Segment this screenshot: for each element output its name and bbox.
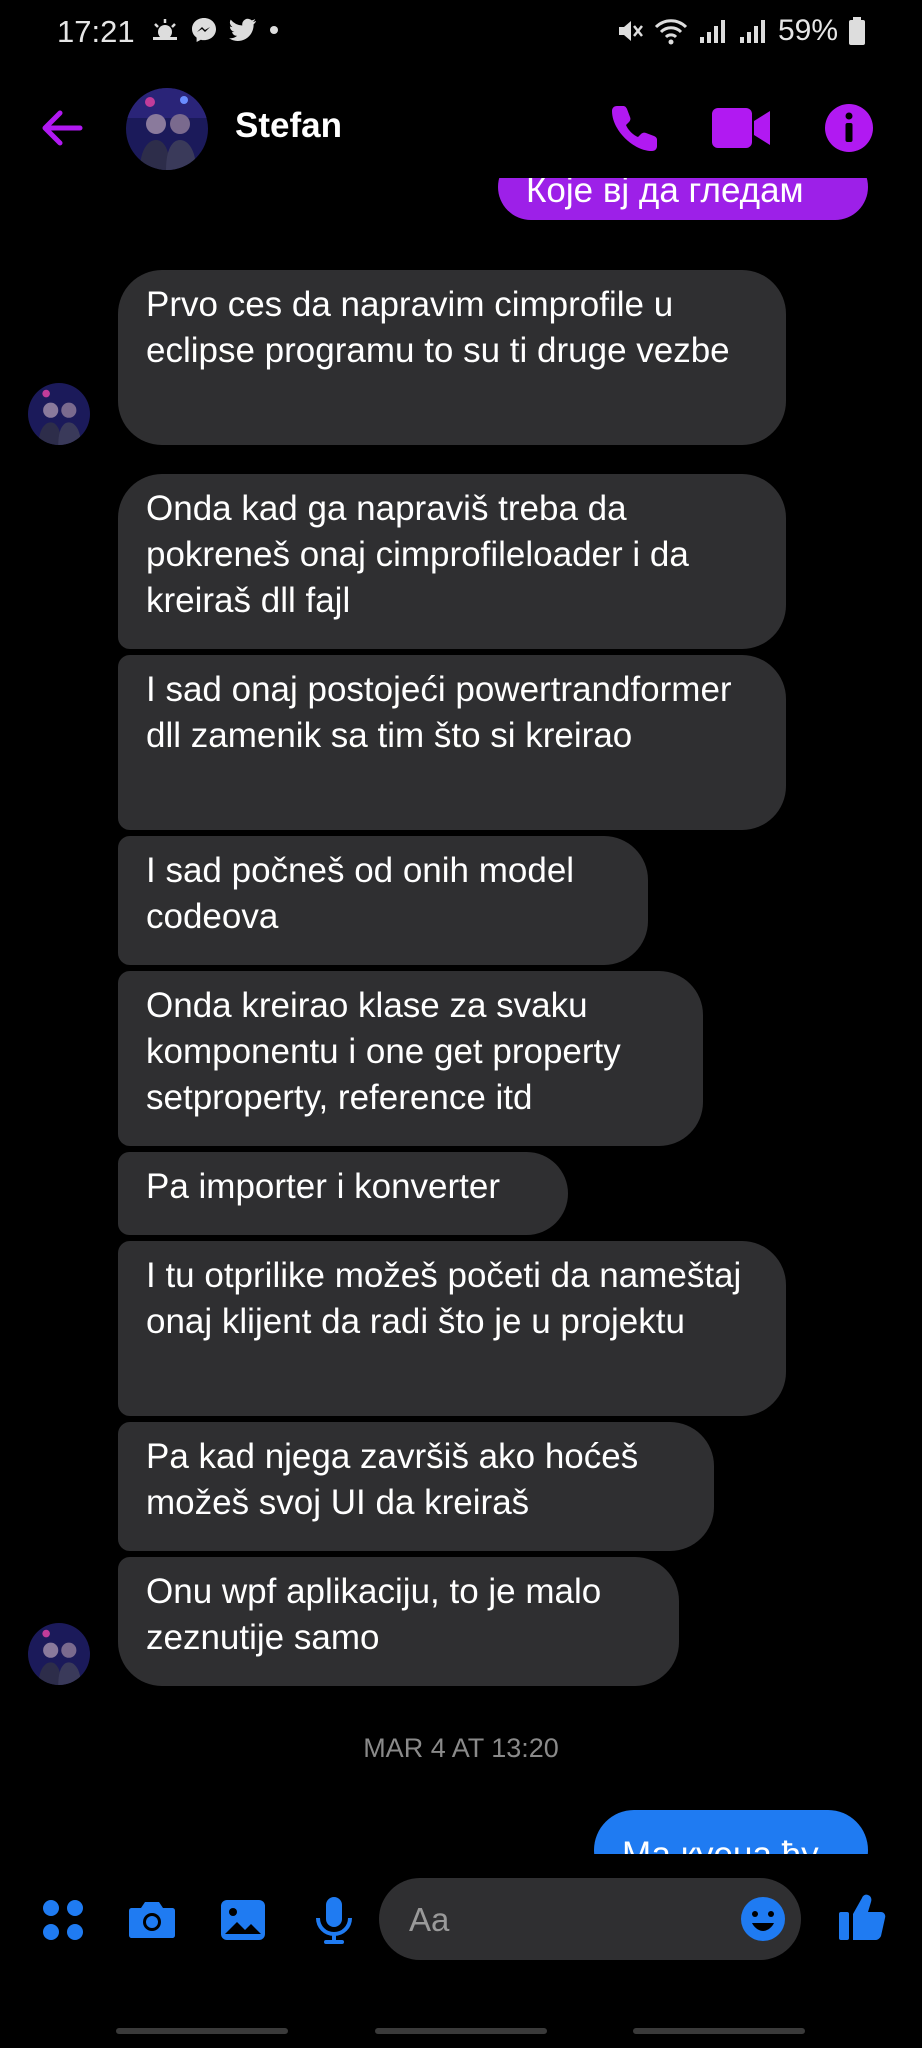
nav-recent-apps[interactable]: [116, 2028, 288, 2034]
messenger-chat-screen: 17:21 59% Stefan Које вј да гледам Prvo …: [0, 0, 922, 2048]
messenger-icon: [192, 18, 216, 42]
incoming-message[interactable]: I tu otprilike možeš početi da nameštaj …: [118, 1241, 786, 1416]
incoming-message[interactable]: Pa importer i konverter: [118, 1152, 568, 1235]
nav-home[interactable]: [375, 2028, 547, 2034]
incoming-message[interactable]: Onda kad ga napraviš treba da pokreneš o…: [118, 474, 786, 649]
status-time: 17:21: [57, 14, 135, 49]
system-navigation-bar: [0, 2020, 922, 2040]
gallery-icon[interactable]: [217, 1894, 269, 1946]
nav-back[interactable]: [633, 2028, 805, 2034]
message-input-container[interactable]: [379, 1878, 801, 1960]
message-timestamp: MAR 4 AT 13:20: [363, 1733, 559, 1763]
message-input[interactable]: [407, 1896, 711, 1944]
battery-icon: [849, 17, 865, 45]
signal-icon: [739, 20, 765, 43]
message-list[interactable]: Које вј да гледам Prvo ces da napravim c…: [0, 178, 922, 1854]
mute-icon: [618, 21, 643, 41]
outgoing-message[interactable]: Које вј да гледам: [498, 178, 868, 220]
incoming-message[interactable]: I sad počneš od onih model codeova: [118, 836, 648, 965]
status-bar: 17:21 59%: [0, 0, 922, 66]
info-icon[interactable]: [823, 102, 875, 154]
incoming-message[interactable]: Onda kreirao klase za svaku komponentu i…: [118, 971, 703, 1146]
phone-icon[interactable]: [609, 102, 661, 154]
weather-icon: [153, 19, 177, 40]
incoming-message[interactable]: Onu wpf aplikaciju, to je malo zeznutije…: [118, 1557, 679, 1686]
incoming-message[interactable]: I sad onaj postojeći powertrandformer dl…: [118, 655, 786, 830]
camera-icon[interactable]: [126, 1894, 178, 1946]
video-call-icon[interactable]: [712, 106, 772, 150]
apps-grid-icon[interactable]: [37, 1894, 89, 1946]
conversation-header: Stefan: [0, 78, 922, 178]
dot-icon: [270, 26, 278, 34]
microphone-icon[interactable]: [308, 1894, 360, 1946]
twitter-icon: [229, 18, 256, 41]
notification-icons: [150, 16, 280, 44]
avatar-photo: [126, 88, 208, 170]
signal-icon: [699, 20, 725, 43]
emoji-icon[interactable]: [739, 1895, 787, 1943]
wifi-icon: [654, 19, 688, 45]
system-icons: 59%: [614, 14, 866, 48]
avatar-photo: [28, 1623, 90, 1685]
battery-percent: 59%: [777, 14, 838, 47]
back-arrow-icon[interactable]: [36, 102, 88, 154]
thumbs-up-icon[interactable]: [836, 1890, 890, 1944]
outgoing-message[interactable]: Ма кyeua ђу: [594, 1810, 868, 1854]
incoming-message[interactable]: Prvo ces da napravim cimprofile u eclips…: [118, 270, 786, 445]
incoming-message[interactable]: Pa kad njega završiš ako hoćeš možeš svo…: [118, 1422, 714, 1551]
contact-name[interactable]: Stefan: [235, 106, 342, 146]
avatar-photo: [28, 383, 90, 445]
message-composer: [0, 1854, 922, 1984]
contact-avatar[interactable]: [126, 88, 208, 170]
sender-avatar[interactable]: [28, 383, 90, 445]
sender-avatar[interactable]: [28, 1623, 90, 1685]
